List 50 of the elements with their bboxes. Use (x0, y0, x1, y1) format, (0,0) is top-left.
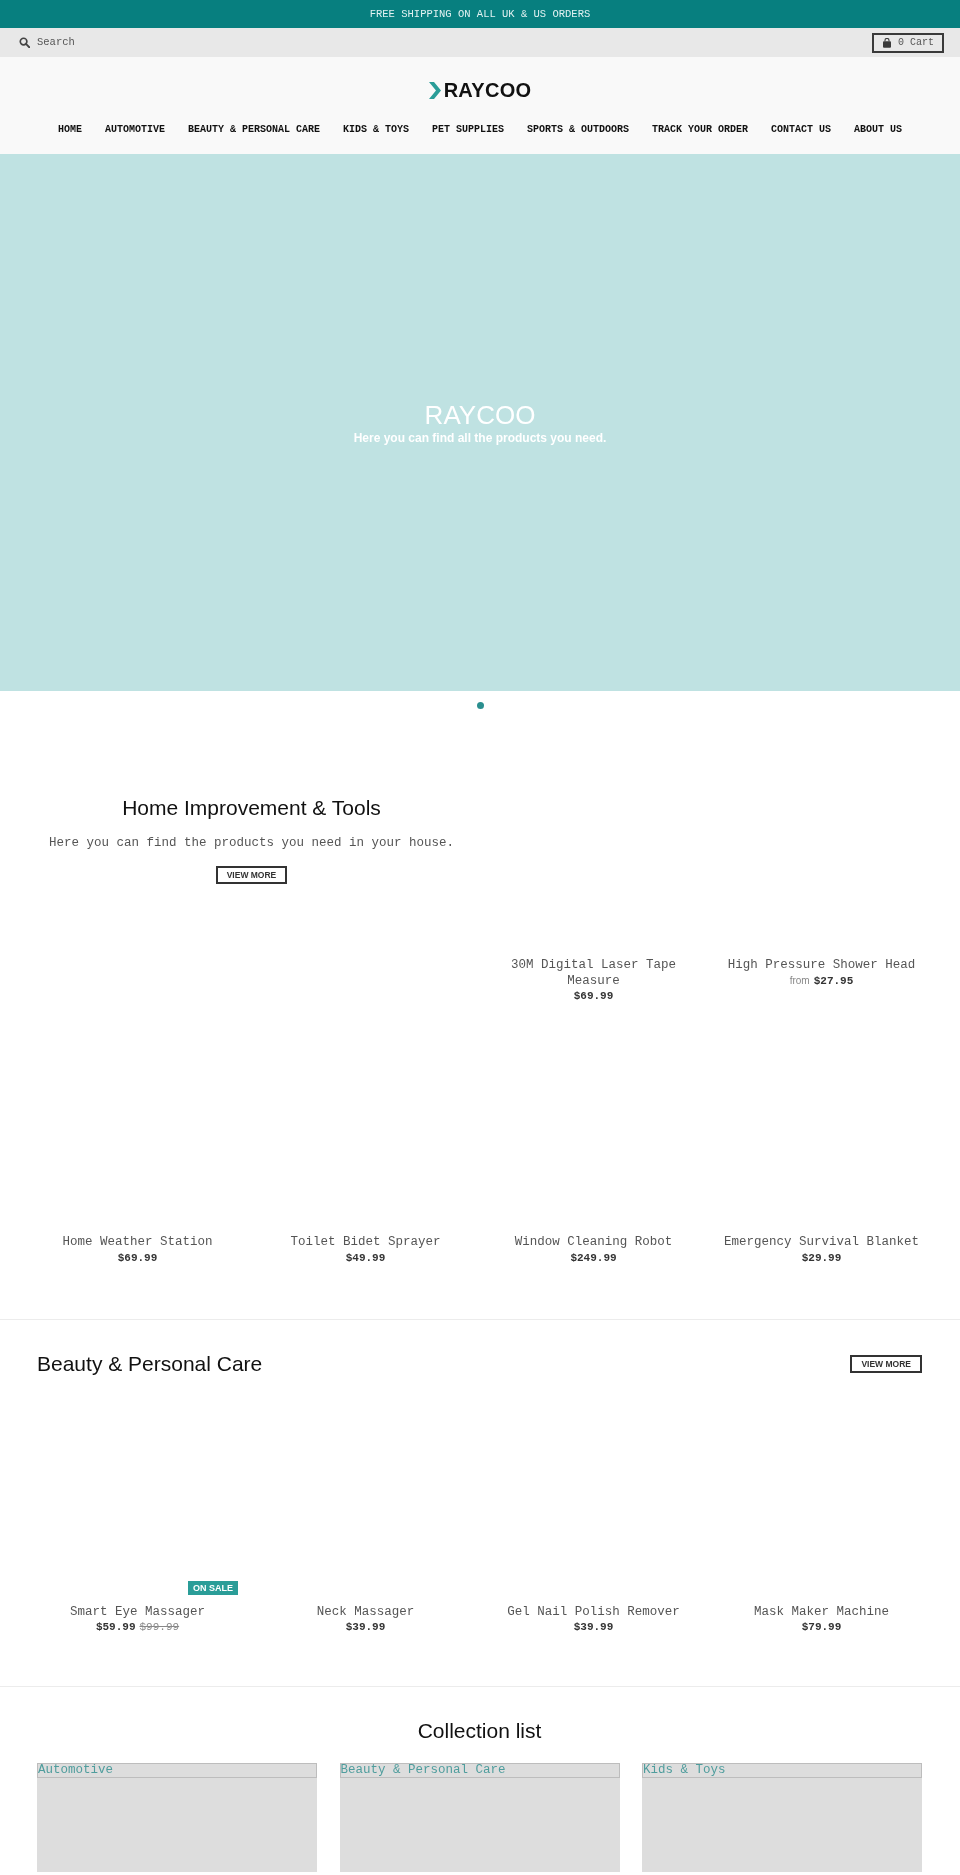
product-title[interactable]: Neck Massager (316, 1604, 415, 1620)
collection-title: Automotive (37, 1763, 317, 1778)
product-title[interactable]: 30M Digital Laser Tape Measure (493, 958, 694, 989)
shopping-bag-icon (882, 37, 892, 48)
section-description: Here you can find the products you need in your house. (48, 835, 455, 851)
nav-link[interactable]: SPORTS & OUTDOORS (527, 123, 630, 137)
sale-badge: ON SALE (188, 1580, 238, 1595)
nav-link[interactable]: HOME (57, 123, 82, 137)
original-price: $99.99 (139, 1620, 180, 1634)
collection-title: Beauty & Personal Care (339, 1763, 620, 1778)
product-title[interactable]: High Pressure Shower Head (727, 958, 916, 974)
chevron-icon (428, 81, 441, 99)
nav-link[interactable]: PET SUPPLIES (432, 123, 504, 137)
nav-link[interactable]: KIDS & TOYS (342, 123, 409, 137)
search-field[interactable]: Search (37, 36, 127, 49)
product-price: $249.99 (570, 1250, 617, 1265)
hero-subtitle: Here you can find all the products you need. (353, 430, 607, 446)
announcement-text: FREE SHIPPING ON ALL UK & US ORDERS (369, 7, 591, 21)
product-price: $39.99 (573, 1620, 614, 1634)
product-title[interactable]: Emergency Survival Blanket (723, 1235, 919, 1251)
nav-link[interactable]: CONTACT US (771, 123, 832, 137)
product-title[interactable]: Home Weather Station (62, 1235, 213, 1251)
collection-title: Kids & Toys (642, 1763, 922, 1778)
view-more-button[interactable]: VIEW MORE (850, 1354, 922, 1373)
product-price: $27.95 (813, 973, 854, 988)
cart-button[interactable]: 0 Cart (872, 32, 944, 53)
product-price: $69.99 (117, 1250, 158, 1265)
hero-title: RAYCOO (424, 399, 536, 430)
product-title[interactable]: Window Cleaning Robot (514, 1235, 673, 1251)
nav-link[interactable]: TRACK YOUR ORDER (652, 123, 749, 137)
product-title[interactable]: Mask Maker Machine (754, 1604, 889, 1620)
product-title[interactable]: Smart Eye Massager (70, 1604, 205, 1620)
product-price: $29.99 (801, 1250, 842, 1265)
product-price: $79.99 (801, 1620, 842, 1634)
product-title[interactable]: Gel Nail Polish Remover (507, 1604, 680, 1620)
slide-dot-icon[interactable] (476, 702, 484, 709)
view-more-button[interactable]: VIEW MORE (215, 866, 288, 884)
price-prefix: from (789, 973, 810, 988)
section-title: Collection list (416, 1718, 543, 1744)
search-icon (19, 37, 30, 48)
nav-link[interactable]: AUTOMOTIVE (104, 123, 165, 137)
product-price: $59.99 (95, 1620, 136, 1634)
nav-link[interactable]: BEAUTY & PERSONAL CARE (187, 123, 320, 137)
nav-link[interactable]: ABOUT US (854, 123, 903, 137)
product-price: $39.99 (345, 1620, 386, 1634)
section-title: Home Improvement & Tools (122, 795, 381, 821)
product-price: $69.99 (573, 989, 614, 1003)
product-title[interactable]: Toilet Bidet Sprayer (290, 1235, 441, 1251)
section-title: Beauty & Personal Care (37, 1350, 263, 1377)
product-price: $49.99 (345, 1250, 386, 1265)
